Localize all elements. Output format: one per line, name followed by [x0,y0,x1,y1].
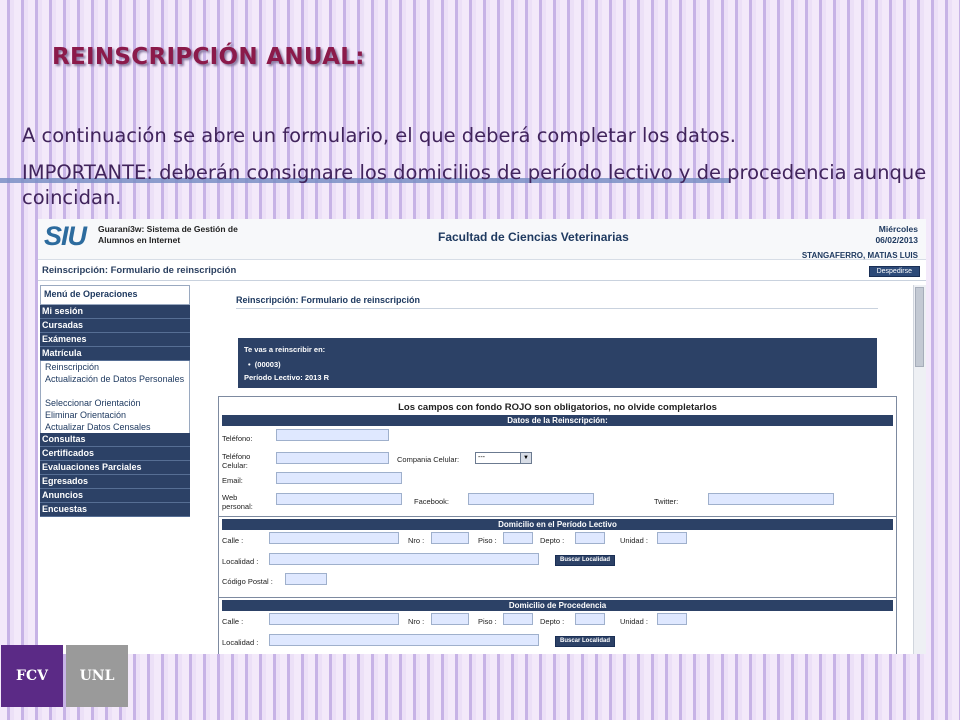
info-item-text: (00003) [254,360,281,369]
nro-label: Nro : [408,617,425,626]
date-display: Miércoles 06/02/2013 [875,224,918,246]
day-label: Miércoles [878,224,918,234]
calle-input[interactable] [269,532,399,544]
operations-menu: Menú de Operaciones Mi sesión Cursadas E… [40,285,190,517]
localidad-label: Localidad : [222,557,259,566]
localidad-input[interactable] [269,553,539,565]
section-header-datos: Datos de la Reinscripción: [222,415,893,426]
user-name: STANGAFERRO, MATIAS LUIS [801,251,918,260]
menu-item-mi-sesion[interactable]: Mi sesión [40,305,190,319]
email-label: Email: [222,476,243,485]
twitter-input[interactable] [708,493,834,505]
logout-button[interactable]: Despedirse [868,266,920,277]
scrollbar[interactable] [913,285,926,654]
depto-input[interactable] [575,532,605,544]
menu-item-consultas[interactable]: Consultas [40,433,190,447]
depto-label: Depto : [540,617,565,626]
system-name: Guaraní3w: Sistema de Gestión de Alumnos… [98,224,238,245]
section-divider [219,597,896,598]
scrollbar-thumb[interactable] [915,287,924,367]
submenu-item-seleccionar-orientacion[interactable]: Seleccionar Orientación [41,397,189,409]
unidad-input[interactable] [657,532,687,544]
codigo-postal-label: Código Postal : [222,577,273,586]
depto-input-procedencia[interactable] [575,613,605,625]
piso-input[interactable] [503,532,533,544]
compania-celular-label: Compania Celular: [397,455,460,464]
section-header-periodo-lectivo: Domicilio en el Período Lectivo [222,519,893,530]
telefono-input[interactable] [276,429,389,441]
main-content: Reinscripción: Formulario de reinscripci… [218,285,912,654]
menu-item-encuestas[interactable]: Encuestas [40,503,190,517]
menu-submenu-matricula: Reinscripción Actualización de Datos Per… [40,361,190,433]
faculty-name: Facultad de Ciencias Veterinarias [438,230,629,244]
telefono-celular-input[interactable] [276,452,389,464]
title-divider [236,308,878,309]
menu-item-examenes[interactable]: Exámenes [40,333,190,347]
app-screenshot: SIU Guaraní3w: Sistema de Gestión de Alu… [38,219,926,654]
form-notice: Los campos con fondo ROJO son obligatori… [398,402,717,413]
menu-item-matricula[interactable]: Matrícula [40,347,190,361]
nro-label: Nro : [408,536,425,545]
menu-item-egresados[interactable]: Egresados [40,475,190,489]
menu-item-anuncios[interactable]: Anuncios [40,489,190,503]
unidad-label: Unidad : [620,617,648,626]
buscar-localidad-button-procedencia[interactable]: Buscar Localidad [555,636,616,647]
piso-label: Piso : [478,536,497,545]
twitter-label: Twitter: [654,497,679,506]
reinscription-info-box: Te vas a reinscribir en: • (00003) Perío… [238,338,877,388]
section-header-procedencia: Domicilio de Procedencia [222,600,893,611]
unidad-label: Unidad : [620,536,648,545]
app-header: SIU Guaraní3w: Sistema de Gestión de Alu… [38,219,926,260]
telefono-celular-label: Teléfono Celular: [222,452,251,470]
unidad-input-procedencia[interactable] [657,613,687,625]
calle-input-procedencia[interactable] [269,613,399,625]
slide-title: REINSCRIPCIÓN ANUAL: [52,44,365,70]
nro-input[interactable] [431,532,469,544]
email-input[interactable] [276,472,402,484]
date-label: 06/02/2013 [875,235,918,245]
menu-header: Menú de Operaciones [40,285,190,305]
slide-important-text: IMPORTANTE: deberán consignare los domic… [22,161,927,209]
telefono-label: Teléfono: [222,434,253,443]
facebook-input[interactable] [468,493,594,505]
fcv-logo: FCV [1,645,63,707]
web-label: Web personal: [222,493,253,511]
unl-logo: UNL [66,645,128,707]
reinscription-form: Los campos con fondo ROJO son obligatori… [218,396,897,654]
chevron-down-icon: ▼ [520,453,531,463]
page-title: Reinscripción: Formulario de reinscripci… [236,295,421,305]
info-label: Te vas a reinscribir en: [244,345,326,354]
compania-celular-value: --- [478,454,485,461]
calle-label: Calle : [222,536,244,545]
menu-item-certificados[interactable]: Certificados [40,447,190,461]
depto-label: Depto : [540,536,565,545]
codigo-postal-input[interactable] [285,573,327,585]
facebook-label: Facebook: [414,497,450,506]
localidad-label: Localidad : [222,638,259,647]
submenu-item-actualizacion-datos[interactable]: Actualización de Datos Personales [41,373,189,397]
piso-label: Piso : [478,617,497,626]
submenu-item-eliminar-orientacion[interactable]: Eliminar Orientación [41,409,189,421]
breadcrumb: Reinscripción: Formulario de reinscripci… [42,265,237,276]
buscar-localidad-button[interactable]: Buscar Localidad [555,555,616,566]
info-item: • (00003) [248,360,281,369]
breadcrumb-bar: Reinscripción: Formulario de reinscripci… [38,260,926,281]
submenu-item-reinscripcion[interactable]: Reinscripción [41,361,189,373]
section-divider [219,516,896,517]
submenu-item-datos-censales[interactable]: Actualizar Datos Censales [41,421,189,433]
compania-celular-select[interactable]: --- ▼ [475,452,532,464]
menu-item-cursadas[interactable]: Cursadas [40,319,190,333]
menu-item-evaluaciones[interactable]: Evaluaciones Parciales [40,461,190,475]
piso-input-procedencia[interactable] [503,613,533,625]
calle-label: Calle : [222,617,244,626]
siu-logo: SIU [44,221,87,251]
nro-input-procedencia[interactable] [431,613,469,625]
localidad-input-procedencia[interactable] [269,634,539,646]
info-period: Período Lectivo: 2013 R [244,373,330,382]
web-input[interactable] [276,493,402,505]
slide-intro-text: A continuación se abre un formulario, el… [22,124,736,147]
